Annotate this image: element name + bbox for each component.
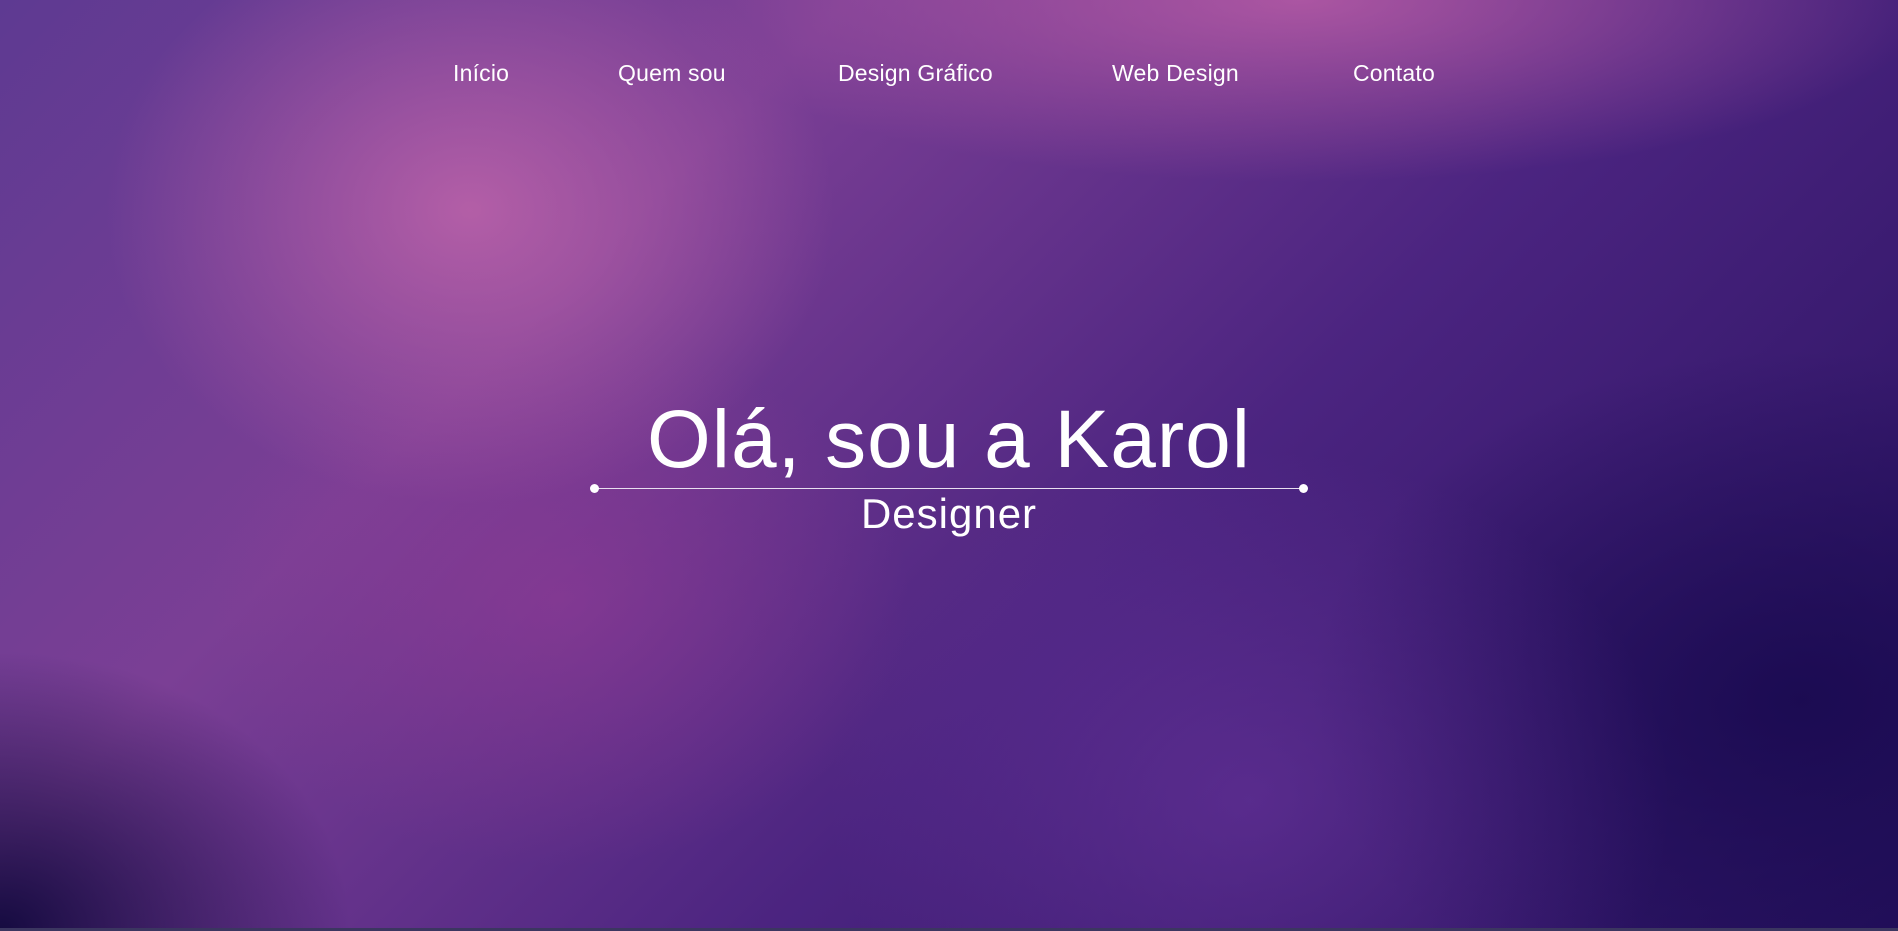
nav-link-design-grafico[interactable]: Design Gráfico <box>838 60 993 87</box>
nav-link-quem-sou[interactable]: Quem sou <box>618 60 726 87</box>
nav-link-contato[interactable]: Contato <box>1353 60 1435 87</box>
top-navigation: Início Quem sou Design Gráfico Web Desig… <box>0 60 1898 90</box>
nav-link-web-design[interactable]: Web Design <box>1112 60 1239 87</box>
hero-subtitle: Designer <box>860 490 1038 537</box>
hero-title: Olá, sou a Karol <box>647 394 1251 485</box>
nav-link-inicio[interactable]: Início <box>453 60 509 87</box>
